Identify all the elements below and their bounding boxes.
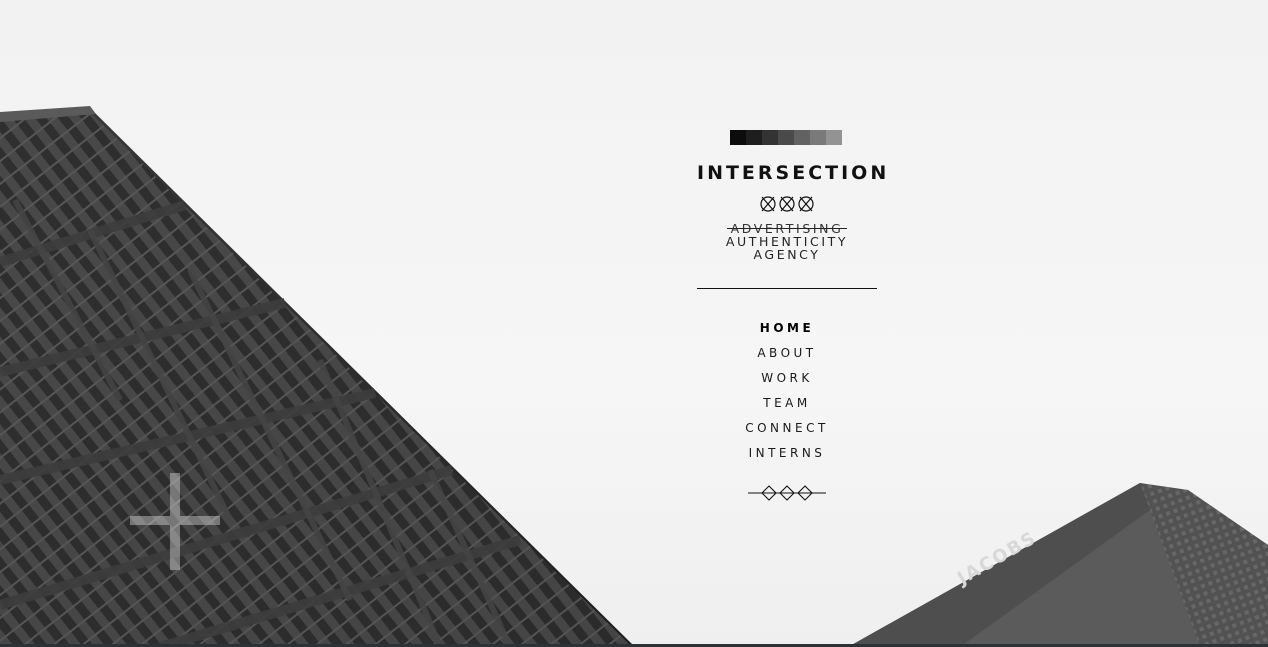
swatch-6 — [810, 130, 826, 145]
nav-link-connect[interactable]: CONNECT — [745, 421, 829, 435]
nav-item-team: TEAM — [697, 394, 877, 419]
swatch-4 — [778, 130, 794, 145]
grayscale-swatches — [695, 130, 877, 145]
buildings-photo: JACOBS — [0, 106, 1268, 647]
nav-item-connect: CONNECT — [697, 419, 877, 444]
nav-link-about[interactable]: ABOUT — [757, 346, 816, 360]
divider-rule — [697, 288, 877, 289]
nav-item-home: HOME — [697, 319, 877, 344]
diamond-divider-icon — [697, 485, 877, 501]
nav-item-interns: INTERNS — [697, 444, 877, 469]
nav-link-team[interactable]: TEAM — [763, 396, 810, 410]
swatch-1 — [730, 130, 746, 145]
hero-stage: JACOBS INTERSECTION ADVERTISING AUTHENTI… — [0, 0, 1268, 647]
main-nav: HOME ABOUT WORK TEAM CONNECT INTERNS — [697, 319, 877, 469]
tagline-struck-word: ADVERTISING — [726, 221, 848, 236]
nav-link-home[interactable]: HOME — [760, 321, 814, 335]
swatch-5 — [794, 130, 810, 145]
swatch-7 — [826, 130, 842, 145]
nav-item-about: ABOUT — [697, 344, 877, 369]
nav-item-work: WORK — [697, 369, 877, 394]
tagline-line-3: AGENCY — [753, 247, 821, 262]
xxx-mark-icon — [697, 195, 877, 213]
swatch-3 — [762, 130, 778, 145]
nav-link-work[interactable]: WORK — [761, 371, 813, 385]
tagline: ADVERTISING AUTHENTICITY AGENCY — [697, 222, 877, 261]
site-title[interactable]: INTERSECTION — [697, 162, 886, 184]
nav-link-interns[interactable]: INTERNS — [749, 446, 826, 460]
brand-column: INTERSECTION ADVERTISING AUTHENTICITY AG… — [695, 130, 886, 501]
swatch-2 — [746, 130, 762, 145]
